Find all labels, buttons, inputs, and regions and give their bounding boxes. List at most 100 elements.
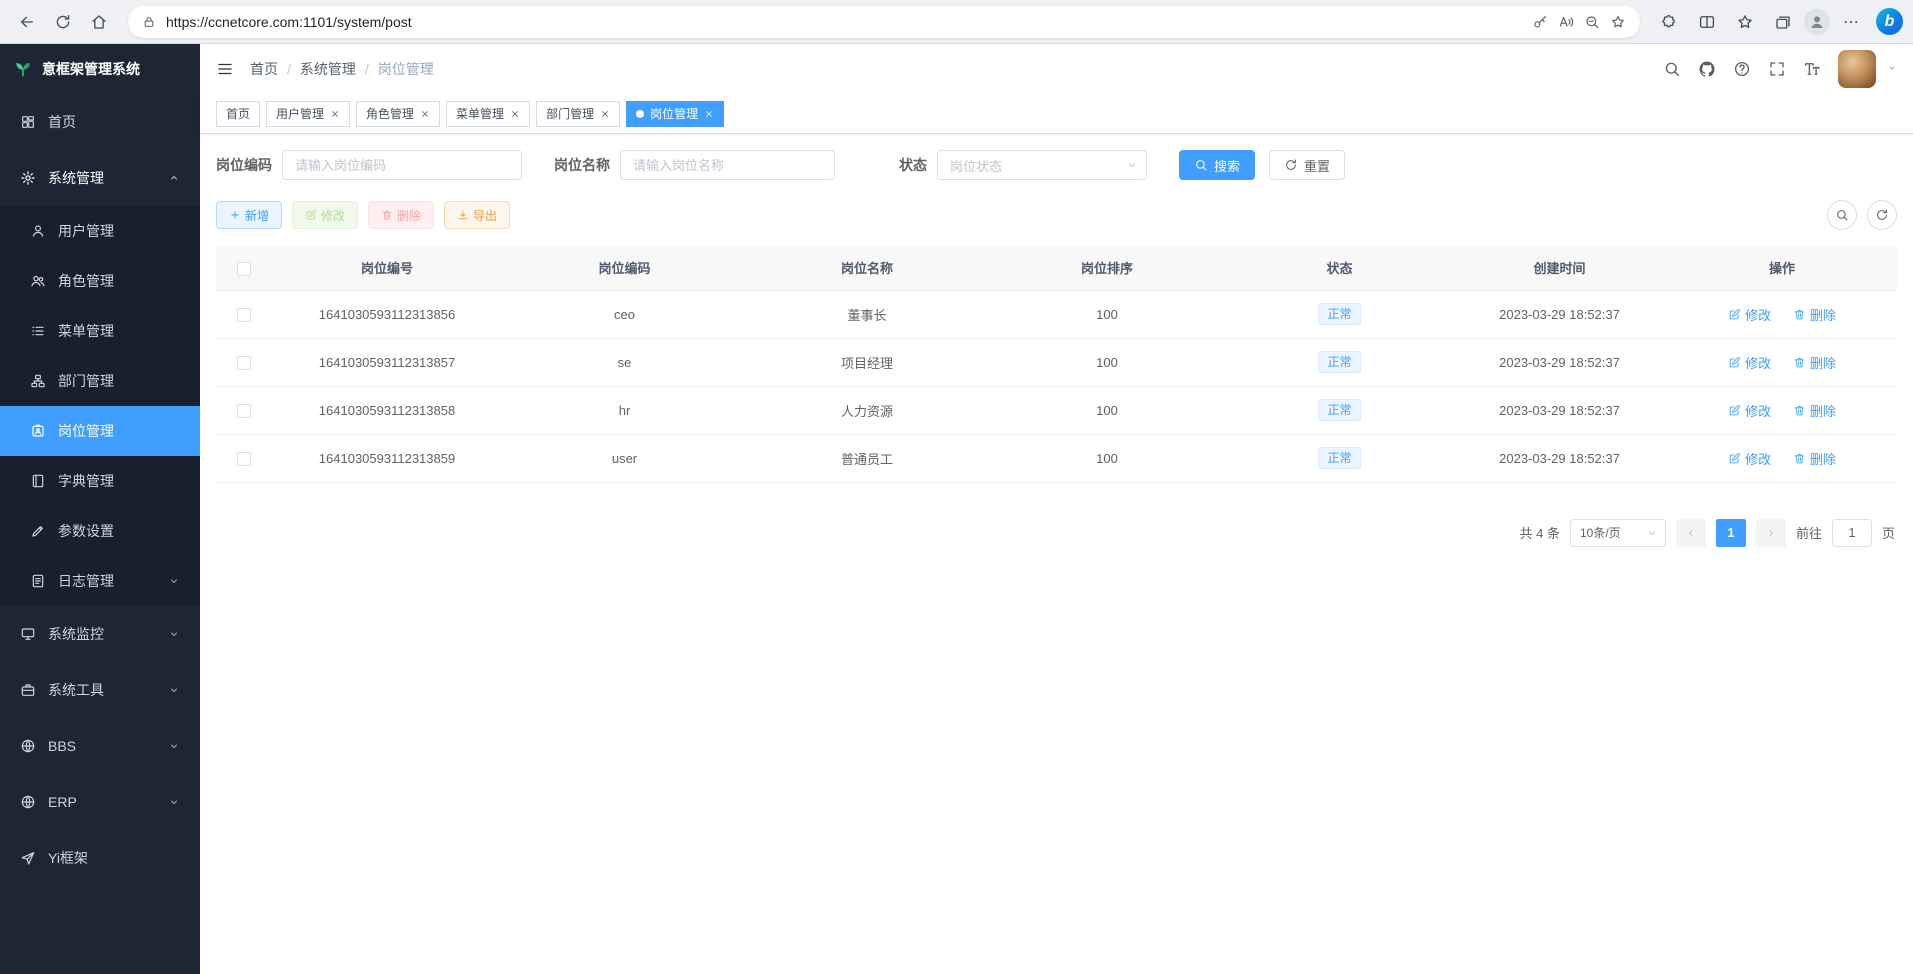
post-name-input[interactable]	[620, 150, 835, 180]
tab-user-mgmt[interactable]: 用户管理	[266, 101, 350, 127]
row-edit-button[interactable]: 修改	[1728, 401, 1771, 420]
sidebar-item-post-mgmt[interactable]: 岗位管理	[0, 406, 200, 456]
bing-chat-button[interactable]: b	[1876, 8, 1903, 35]
browser-toolbar: b	[1652, 5, 1903, 39]
add-button[interactable]: 新增	[216, 201, 282, 229]
browser-home-button[interactable]	[82, 5, 116, 39]
tab-close-icon[interactable]	[510, 109, 520, 119]
search-button[interactable]: 搜索	[1179, 150, 1255, 180]
sidebar-toggle-button[interactable]	[216, 60, 234, 78]
status-badge: 正常	[1318, 447, 1360, 469]
split-screen-button[interactable]	[1690, 5, 1724, 39]
sidebar-item-yi-framework[interactable]: Yi框架	[0, 830, 200, 886]
breadcrumb-home[interactable]: 首页	[250, 59, 278, 79]
app-logo[interactable]: 意框架管理系统	[0, 44, 200, 94]
trash-icon	[1793, 356, 1806, 369]
collections-button[interactable]	[1766, 5, 1800, 39]
page-size-select[interactable]: 10条/页	[1570, 519, 1666, 547]
breadcrumb-system-mgmt[interactable]: 系统管理	[278, 59, 356, 79]
total-count: 共 4 条	[1520, 523, 1560, 542]
github-link[interactable]	[1698, 60, 1716, 78]
tab-label: 菜单管理	[456, 105, 504, 122]
tab-post-mgmt[interactable]: 岗位管理	[626, 101, 724, 127]
zoom-out-icon[interactable]	[1584, 14, 1600, 30]
add-favorite-star-icon[interactable]	[1610, 14, 1626, 30]
page-number-1[interactable]: 1	[1716, 519, 1746, 547]
tab-role-mgmt[interactable]: 角色管理	[356, 101, 440, 127]
breadcrumb: 首页 系统管理 岗位管理	[250, 59, 434, 79]
tab-close-icon[interactable]	[420, 109, 430, 119]
trash-icon	[381, 209, 393, 221]
tab-close-icon[interactable]	[600, 109, 610, 119]
password-key-icon[interactable]	[1532, 14, 1548, 30]
fullscreen-button[interactable]	[1768, 60, 1786, 78]
gear-icon	[20, 170, 36, 186]
row-delete-button[interactable]: 删除	[1793, 305, 1836, 324]
col-create-time: 创建时间	[1452, 246, 1667, 290]
chevron-down-icon	[168, 575, 180, 587]
sidebar-item-param-settings[interactable]: 参数设置	[0, 506, 200, 556]
row-delete-button[interactable]: 删除	[1793, 401, 1836, 420]
url-text[interactable]: https://ccnetcore.com:1101/system/post	[166, 14, 1522, 30]
status-select[interactable]: 岗位状态	[937, 150, 1147, 180]
tab-close-icon[interactable]	[704, 109, 714, 119]
sidebar-item-role-mgmt[interactable]: 角色管理	[0, 256, 200, 306]
row-edit-button[interactable]: 修改	[1728, 353, 1771, 372]
toggle-search-button[interactable]	[1827, 200, 1857, 230]
read-aloud-icon[interactable]	[1558, 14, 1574, 30]
post-code-input[interactable]	[282, 150, 522, 180]
menu-label: 首页	[48, 112, 76, 132]
address-bar[interactable]: https://ccnetcore.com:1101/system/post	[128, 6, 1640, 38]
browser-menu-button[interactable]	[1834, 5, 1868, 39]
browser-refresh-button[interactable]	[46, 5, 80, 39]
row-checkbox[interactable]	[237, 452, 251, 466]
sidebar-item-bbs[interactable]: BBS	[0, 718, 200, 774]
sidebar-item-system-monitor[interactable]: 系统监控	[0, 606, 200, 662]
table-row: 1641030593112313859 user 普通员工 100 正常 202…	[216, 434, 1897, 482]
edit-button[interactable]: 修改	[292, 201, 358, 229]
prev-page-button[interactable]	[1676, 519, 1706, 547]
back-icon	[18, 13, 36, 31]
sidebar-item-system-tools[interactable]: 系统工具	[0, 662, 200, 718]
font-size-button[interactable]	[1803, 60, 1821, 78]
header-search-button[interactable]	[1663, 60, 1681, 78]
sidebar-item-log-mgmt[interactable]: 日志管理	[0, 556, 200, 606]
favorites-button[interactable]	[1728, 5, 1762, 39]
refresh-table-button[interactable]	[1867, 200, 1897, 230]
row-edit-button[interactable]: 修改	[1728, 305, 1771, 324]
row-checkbox[interactable]	[237, 356, 251, 370]
row-checkbox[interactable]	[237, 308, 251, 322]
extensions-button[interactable]	[1652, 5, 1686, 39]
tab-dept-mgmt[interactable]: 部门管理	[536, 101, 620, 127]
cell-post-id: 1641030593112313857	[272, 338, 502, 386]
sidebar-item-user-mgmt[interactable]: 用户管理	[0, 206, 200, 256]
sidebar-item-system-mgmt[interactable]: 系统管理	[0, 150, 200, 206]
tab-close-icon[interactable]	[330, 109, 340, 119]
browser-back-button[interactable]	[10, 5, 44, 39]
row-edit-button[interactable]: 修改	[1728, 449, 1771, 468]
tab-menu-mgmt[interactable]: 菜单管理	[446, 101, 530, 127]
dashboard-icon	[20, 114, 36, 130]
export-button[interactable]: 导出	[444, 201, 510, 229]
help-button[interactable]	[1733, 60, 1751, 78]
select-all-checkbox[interactable]	[237, 262, 251, 276]
row-delete-button[interactable]: 删除	[1793, 449, 1836, 468]
reset-button[interactable]: 重置	[1269, 150, 1345, 180]
sidebar-item-menu-mgmt[interactable]: 菜单管理	[0, 306, 200, 356]
sidebar-item-home[interactable]: 首页	[0, 94, 200, 150]
avatar-menu-caret[interactable]	[1887, 60, 1897, 78]
delete-button[interactable]: 删除	[368, 201, 434, 229]
tab-home[interactable]: 首页	[216, 101, 260, 127]
user-avatar[interactable]	[1838, 50, 1876, 88]
site-info-lock-icon[interactable]	[142, 15, 156, 29]
sidebar-item-dept-mgmt[interactable]: 部门管理	[0, 356, 200, 406]
row-delete-button[interactable]: 删除	[1793, 353, 1836, 372]
goto-page-input[interactable]	[1832, 519, 1872, 547]
sidebar-item-dict-mgmt[interactable]: 字典管理	[0, 456, 200, 506]
browser-profile-button[interactable]	[1804, 9, 1830, 35]
bing-letter: b	[1885, 13, 1895, 31]
sidebar-item-erp[interactable]: ERP	[0, 774, 200, 830]
next-page-button[interactable]	[1756, 519, 1786, 547]
row-checkbox[interactable]	[237, 404, 251, 418]
menu-list-icon	[30, 323, 46, 339]
